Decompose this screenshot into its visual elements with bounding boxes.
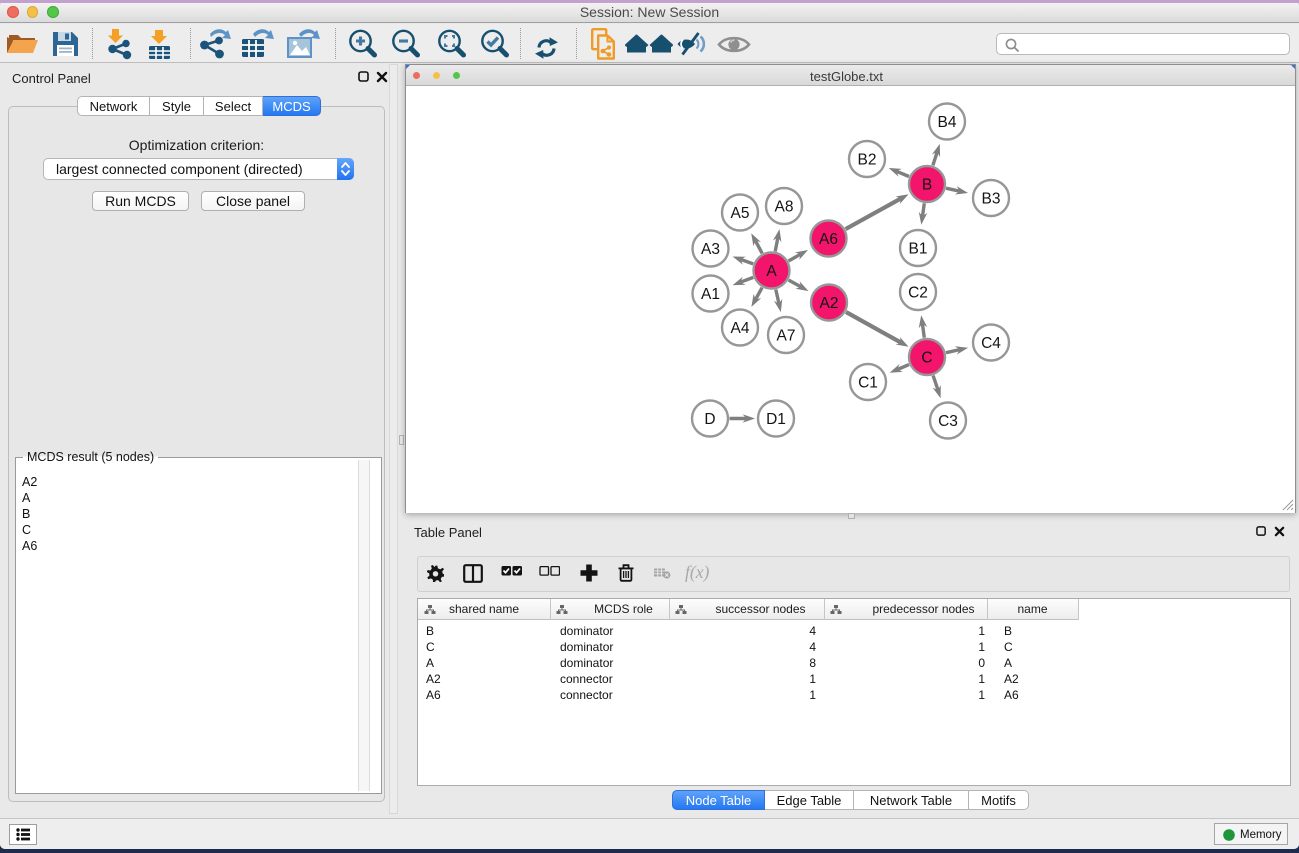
svg-text:C2: C2 [908, 284, 928, 301]
svg-text:A7: A7 [777, 327, 796, 344]
svg-text:A5: A5 [731, 205, 750, 222]
svg-text:A3: A3 [701, 241, 720, 258]
svg-text:C: C [921, 349, 932, 366]
svg-text:C3: C3 [938, 413, 958, 430]
svg-text:B: B [922, 176, 932, 193]
svg-text:C4: C4 [981, 335, 1001, 352]
svg-text:B4: B4 [938, 114, 957, 131]
svg-text:A8: A8 [775, 198, 794, 215]
svg-text:A4: A4 [731, 320, 750, 337]
svg-text:D: D [704, 411, 715, 428]
svg-text:B2: B2 [858, 151, 877, 168]
svg-text:B3: B3 [982, 190, 1001, 207]
svg-text:A1: A1 [701, 286, 720, 303]
svg-text:B1: B1 [909, 240, 928, 257]
svg-text:A2: A2 [820, 295, 839, 312]
svg-text:D1: D1 [766, 411, 786, 428]
svg-text:A6: A6 [819, 231, 838, 248]
svg-text:C1: C1 [858, 374, 878, 391]
svg-text:A: A [766, 263, 777, 280]
